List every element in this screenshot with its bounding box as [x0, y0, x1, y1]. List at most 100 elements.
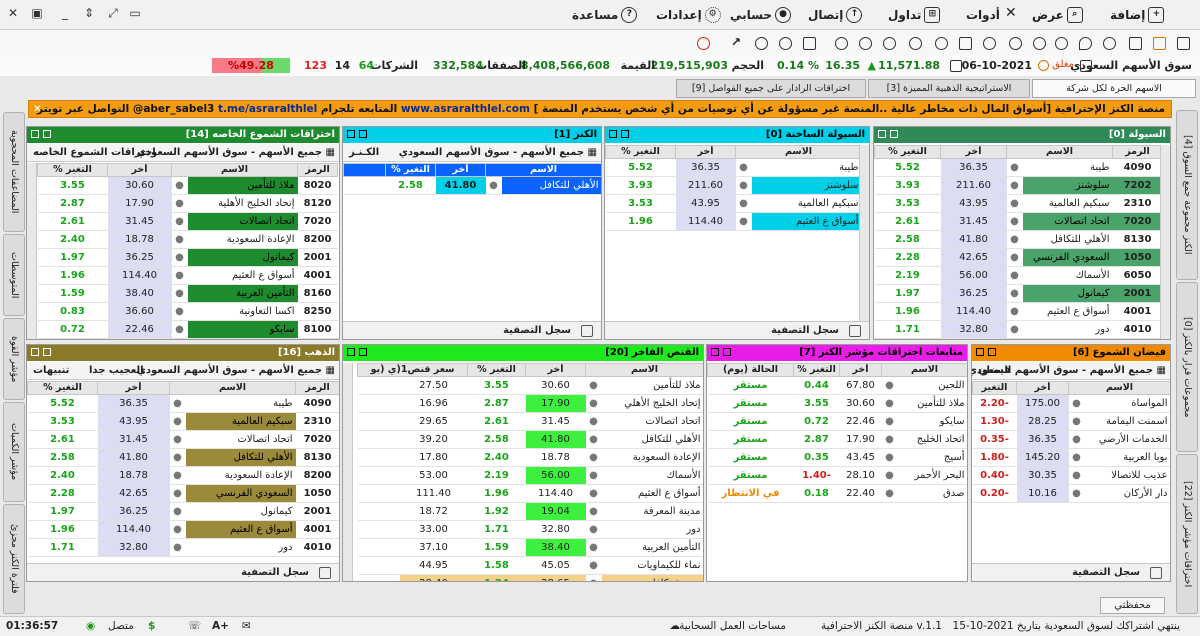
- grid-icon[interactable]: [1177, 37, 1190, 50]
- table-row[interactable]: جزيرة تكافل●28.651.2428.40: [357, 574, 703, 581]
- pin-icon[interactable]: ●: [1006, 302, 1023, 321]
- col-name[interactable]: الاسم: [171, 163, 298, 177]
- side-tab-left-1[interactable]: المضاعفات المحجوبة: [3, 112, 25, 232]
- panel-menu-icon[interactable]: [347, 130, 355, 138]
- pin-icon[interactable]: ●: [1006, 212, 1023, 231]
- filter-log-icon[interactable]: [581, 325, 593, 337]
- ticker-twitter[interactable]: التواصل عبر تويتر @aber_sabel3: [37, 103, 214, 115]
- menu-settings[interactable]: إعدادات ⚙: [656, 5, 721, 25]
- pin-icon[interactable]: ●: [585, 520, 602, 539]
- panel-menu-icon[interactable]: [711, 348, 719, 356]
- panel-menu-icon[interactable]: [31, 348, 39, 356]
- table-row[interactable]: 2001 كيمانول ● 36.25 1.97: [37, 248, 338, 267]
- table-row[interactable]: عذيب للاتصالا ● 30.35 -0.40: [972, 466, 1170, 485]
- table-row[interactable]: دور ● 32.80 1.71 33.00: [357, 520, 703, 539]
- menu-account[interactable]: حسابي ●: [730, 5, 792, 25]
- pin-icon[interactable]: ●: [735, 194, 752, 213]
- calendar-icon[interactable]: [1080, 60, 1092, 72]
- pin-icon[interactable]: ●: [1006, 176, 1023, 195]
- table-row[interactable]: 2310 سبكيم العالمية ● 43.95 3.53: [874, 194, 1163, 213]
- col-last[interactable]: أخر: [97, 381, 170, 395]
- pin-icon[interactable]: ●: [585, 574, 602, 581]
- pin-icon[interactable]: ●: [171, 194, 188, 213]
- pin-icon[interactable]: ●: [169, 412, 186, 431]
- window-icon[interactable]: ▣: [28, 4, 46, 22]
- filter-log-icon[interactable]: [319, 567, 331, 579]
- bars-icon[interactable]: [959, 37, 972, 50]
- calendar-icon[interactable]: [950, 60, 962, 72]
- panel-filter[interactable]: ▦ جميع الأسهم - سوق الأسهم السعودي الكـن…: [343, 144, 601, 162]
- panel-close-icon[interactable]: [359, 130, 367, 138]
- calendar-icon[interactable]: [1129, 37, 1142, 50]
- pin-icon[interactable]: ●: [585, 538, 602, 557]
- table-row[interactable]: 8130 الأهلي للتكافل ● 41.80 2.58: [27, 448, 339, 467]
- col-last[interactable]: أخر: [1016, 381, 1069, 395]
- table-row[interactable]: 1050 السعودي الفرنسي ● 42.65 2.28: [874, 248, 1163, 267]
- col-change[interactable]: التغير %: [874, 145, 941, 159]
- col-last[interactable]: أخر: [525, 363, 586, 377]
- table-row[interactable]: سايكو ● 22.46 0.72 مستقر: [707, 412, 967, 431]
- table-row[interactable]: 4090 طيبة ● 36.35 5.52: [874, 158, 1163, 177]
- close-icon[interactable]: ✕: [4, 4, 22, 22]
- table-row[interactable]: 8120 إتحاد الخليج الأهلية ● 17.90 2.87: [37, 194, 338, 213]
- table-row[interactable]: نماء للكيماويات ● 45.05 1.58 44.95: [357, 556, 703, 575]
- pin-icon[interactable]: ●: [1006, 320, 1023, 339]
- table-row[interactable]: الأهلي للتكافل ● 41.80 2.58: [343, 176, 601, 195]
- pin-icon[interactable]: ●: [1006, 158, 1023, 177]
- power-icon[interactable]: [983, 37, 996, 50]
- table-row[interactable]: 4010 دور ● 32.80 1.71: [874, 320, 1163, 339]
- panel-surge-title[interactable]: فيضان الشموع [6]: [972, 345, 1170, 361]
- col-change[interactable]: التغير %: [793, 363, 840, 377]
- menu-connect[interactable]: إتصال ↑: [808, 5, 863, 25]
- panel-footer[interactable]: سجل التصفية: [27, 563, 339, 581]
- side-tab-left-4[interactable]: مؤشر الكميات: [3, 402, 25, 502]
- side-tab-left-5[interactable]: فلترة الكنز مجزئ: [3, 504, 25, 614]
- side-tab-left-2[interactable]: المتوسطات: [3, 234, 25, 316]
- table-row[interactable]: اللجين ● 67.80 0.44 مستقر: [707, 376, 967, 395]
- panel-filter[interactable]: ▦ جميع الأسهم - سوق الأسهم السعودي العجي…: [27, 362, 339, 380]
- table-row[interactable]: 4010 دور ● 32.80 1.71: [27, 538, 339, 557]
- col-name[interactable]: الاسم: [881, 363, 967, 377]
- table-row[interactable]: ملاذ للتأمين ● 30.60 3.55 مستقر: [707, 394, 967, 413]
- pin-icon[interactable]: ●: [171, 302, 188, 321]
- tab-golden-strategy[interactable]: الاستراتيجية الذهبية المميزة [3]: [868, 79, 1030, 98]
- pin-icon[interactable]: ●: [169, 520, 186, 539]
- pin-icon[interactable]: ●: [585, 448, 602, 467]
- table-row[interactable]: الخدمات الأرضي ● 36.35 -0.35: [972, 430, 1170, 449]
- table-row[interactable]: 4090 طيبة ● 36.35 5.52: [27, 394, 339, 413]
- table-row[interactable]: طيبة ● 36.35 5.52: [605, 158, 862, 177]
- pin-icon[interactable]: ●: [881, 430, 898, 449]
- filter-icon[interactable]: ▦: [584, 147, 597, 158]
- target-icon[interactable]: [859, 37, 872, 50]
- filter-icon[interactable]: ▦: [1153, 365, 1166, 376]
- pin-icon[interactable]: ●: [585, 484, 602, 503]
- col-symbol[interactable]: الرمز: [1112, 145, 1163, 159]
- table-row[interactable]: إتحاد الخليج الأهلي ● 17.90 2.87 16.96: [357, 394, 703, 413]
- table-row[interactable]: 7202 سلوشنز ● 211.60 3.93: [874, 176, 1163, 195]
- pin-icon[interactable]: ●: [881, 448, 898, 467]
- filter-log-icon[interactable]: [849, 325, 861, 337]
- filter-icon[interactable]: ▦: [322, 365, 335, 376]
- expand-icon[interactable]: ⤢: [104, 4, 122, 22]
- bulb-icon[interactable]: [1103, 37, 1116, 50]
- refresh-icon[interactable]: [697, 37, 710, 50]
- panel-close-icon[interactable]: [988, 348, 996, 356]
- panel-filter[interactable]: ▦ جميع الأسهم - سوق الأسهم السعودي اخترا…: [27, 144, 339, 162]
- panel-close-icon[interactable]: [723, 348, 731, 356]
- col-change[interactable]: التغير %: [37, 163, 108, 177]
- clock-icon[interactable]: [755, 37, 768, 50]
- bell-icon[interactable]: [1055, 37, 1068, 50]
- col-name[interactable]: الاسم: [1006, 145, 1113, 159]
- percent-icon[interactable]: [779, 37, 792, 50]
- panel-hunter-title[interactable]: القنص الفاخر [20]: [343, 345, 703, 361]
- table-row[interactable]: اتحاد اتصالات ● 31.45 2.61 29.65: [357, 412, 703, 431]
- panel-close-icon[interactable]: [359, 348, 367, 356]
- panel-menu-icon[interactable]: [878, 130, 886, 138]
- filter-name[interactable]: اختراقات الشموع الخاصه: [33, 144, 156, 161]
- filter-name[interactable]: فيضان: [978, 362, 1011, 379]
- col-last[interactable]: أخر: [107, 163, 172, 177]
- pin-icon[interactable]: ●: [735, 158, 752, 177]
- font-size-button[interactable]: A+: [212, 620, 229, 632]
- table-row[interactable]: 4001 أسواق ع العثيم ● 114.40 1.96: [37, 266, 338, 285]
- col-name[interactable]: الاسم: [169, 381, 296, 395]
